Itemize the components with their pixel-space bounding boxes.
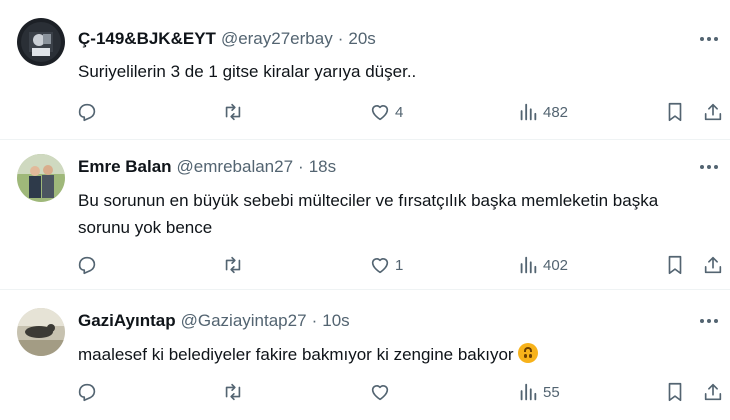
retweet-icon bbox=[225, 383, 241, 401]
analytics-icon bbox=[520, 383, 537, 401]
more-icon[interactable] bbox=[694, 28, 724, 50]
views-button[interactable]: 402 bbox=[517, 251, 568, 279]
like-button[interactable]: 1 bbox=[369, 251, 403, 279]
bookmark-button[interactable] bbox=[664, 98, 686, 126]
more-icon[interactable] bbox=[694, 156, 724, 178]
analytics-icon bbox=[520, 256, 537, 274]
view-count: 482 bbox=[543, 103, 569, 121]
tweet-text: Bu sorunun en büyük sebebi mülteciler ve… bbox=[78, 191, 659, 237]
tweet[interactable]: Emre Balan @emrebalan27 · 18s Bu sorunun… bbox=[0, 140, 730, 290]
display-name[interactable]: Ç-149&BJK&EYT bbox=[78, 28, 216, 50]
tweet-text: Suriyelilerin 3 de 1 gitse kiralar yarıy… bbox=[78, 62, 417, 81]
view-count: 55 bbox=[543, 383, 560, 401]
views-button[interactable]: 482 bbox=[517, 98, 568, 126]
tweet[interactable]: Ç-149&BJK&EYT @eray27erbay · 20s Suriyel… bbox=[0, 0, 730, 140]
like-count: 4 bbox=[395, 103, 404, 121]
like-button[interactable] bbox=[369, 378, 395, 406]
display-name[interactable]: GaziAyıntap bbox=[78, 310, 176, 332]
share-icon bbox=[704, 383, 722, 401]
share-button[interactable] bbox=[702, 251, 724, 279]
retweet-button[interactable] bbox=[222, 98, 244, 126]
timestamp[interactable]: 10s bbox=[322, 310, 349, 332]
heart-icon bbox=[371, 105, 389, 121]
bookmark-icon bbox=[668, 102, 682, 122]
separator-dot: · bbox=[298, 157, 304, 176]
separator-dot: · bbox=[337, 29, 344, 48]
reply-icon bbox=[78, 103, 96, 122]
avatar[interactable] bbox=[17, 18, 65, 66]
action-bar: 55 bbox=[72, 378, 730, 406]
upside-down-face-icon bbox=[517, 343, 538, 363]
share-button[interactable] bbox=[702, 378, 724, 406]
bookmark-button[interactable] bbox=[664, 251, 686, 279]
avatar[interactable] bbox=[17, 308, 65, 356]
tweet[interactable]: GaziAyıntap @Gaziayintap27 · 10s maalese… bbox=[0, 290, 730, 420]
user-handle[interactable]: @eray27erbay bbox=[221, 28, 333, 50]
timestamp[interactable]: 18s bbox=[309, 156, 336, 178]
tweet-text: maalesef ki belediyeler fakire bakmıyor … bbox=[78, 345, 514, 364]
user-handle[interactable]: @Gaziayintap27 bbox=[181, 310, 307, 332]
retweet-icon bbox=[225, 256, 241, 274]
view-count: 402 bbox=[543, 256, 569, 274]
retweet-button[interactable] bbox=[222, 378, 244, 406]
display-name[interactable]: Emre Balan bbox=[78, 156, 172, 178]
analytics-icon bbox=[520, 103, 537, 121]
share-icon bbox=[704, 103, 722, 121]
share-button[interactable] bbox=[702, 98, 724, 126]
more-icon[interactable] bbox=[694, 310, 724, 332]
tweet-text-container: maalesef ki belediyeler fakire bakmıyor … bbox=[78, 341, 718, 368]
avatar[interactable] bbox=[17, 154, 65, 202]
bookmark-icon bbox=[668, 382, 682, 402]
share-icon bbox=[704, 256, 722, 274]
reply-icon bbox=[78, 383, 96, 402]
reply-button[interactable] bbox=[76, 378, 98, 406]
reply-feed: Ç-149&BJK&EYT @eray27erbay · 20s Suriyel… bbox=[0, 0, 730, 420]
bookmark-icon bbox=[668, 255, 682, 275]
reply-button[interactable] bbox=[76, 98, 98, 126]
user-handle[interactable]: @emrebalan27 bbox=[177, 156, 294, 178]
retweet-button[interactable] bbox=[222, 251, 244, 279]
action-bar: 4 482 bbox=[72, 98, 730, 126]
bookmark-button[interactable] bbox=[664, 378, 686, 406]
like-button[interactable]: 4 bbox=[369, 98, 403, 126]
separator-dot: · bbox=[311, 311, 318, 330]
like-count: 1 bbox=[395, 256, 404, 274]
heart-icon bbox=[371, 385, 389, 401]
action-bar: 1 402 bbox=[72, 251, 730, 279]
reply-icon bbox=[78, 256, 96, 275]
heart-icon bbox=[371, 258, 389, 274]
retweet-icon bbox=[225, 103, 241, 121]
views-button[interactable]: 55 bbox=[517, 378, 560, 406]
reply-button[interactable] bbox=[76, 251, 98, 279]
timestamp[interactable]: 20s bbox=[348, 28, 375, 50]
